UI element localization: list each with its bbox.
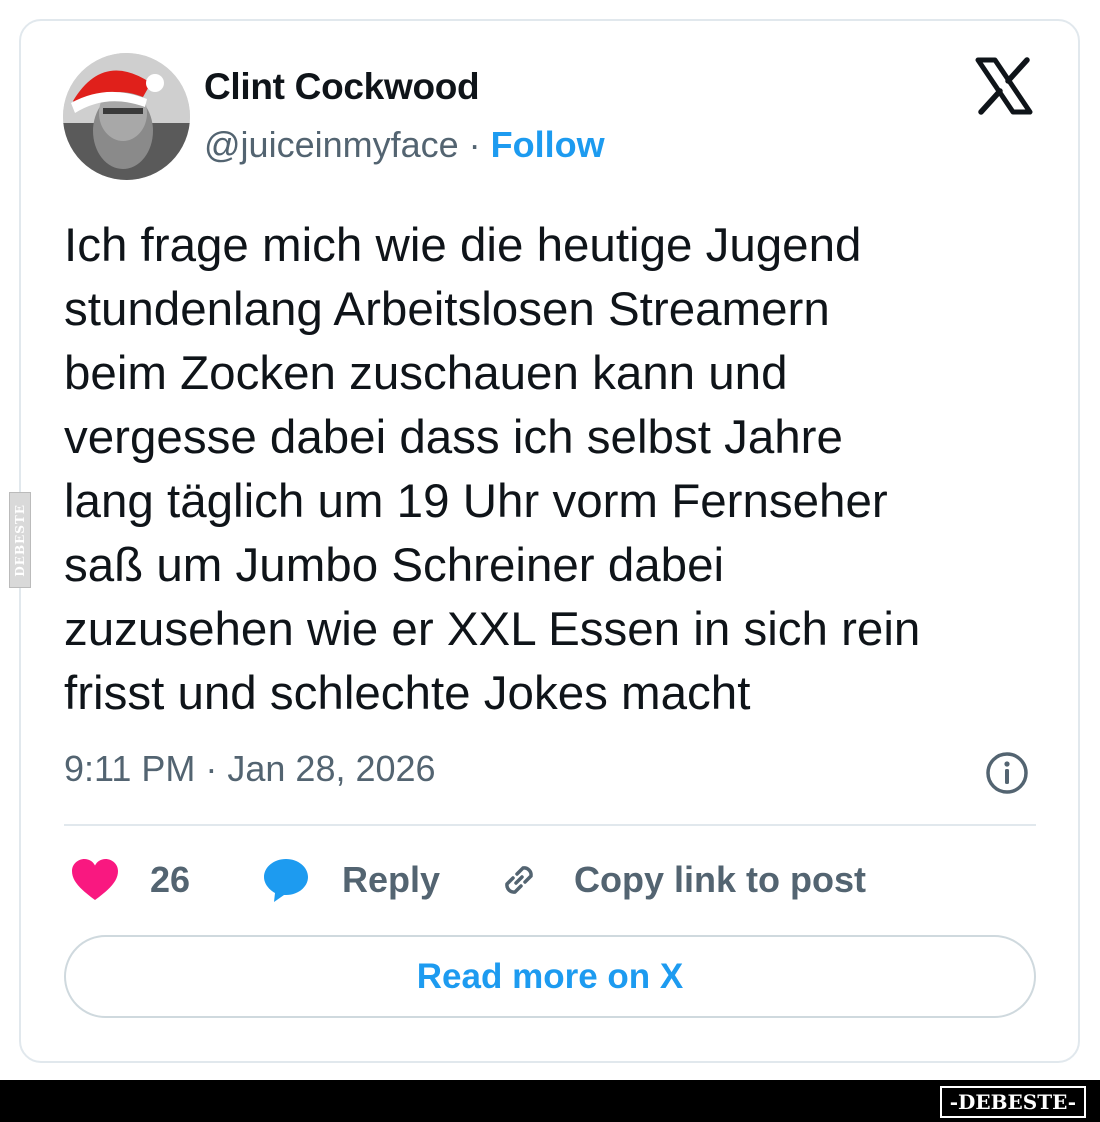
reply-label: Reply: [342, 859, 441, 900]
avatar[interactable]: [63, 53, 190, 180]
info-icon[interactable]: [984, 750, 1030, 796]
tweet-text: Ich frage mich wie die heutige Jugend st…: [64, 219, 921, 720]
side-watermark: DEBESTE: [9, 492, 31, 588]
tweet-timestamp[interactable]: 9:11 PM · Jan 28, 2026: [64, 748, 436, 790]
action-bar: 26 Reply Copy link to post: [64, 850, 1044, 910]
follow-button[interactable]: Follow: [491, 124, 605, 165]
heart-icon: [72, 859, 118, 900]
copy-link-label: Copy link to post: [574, 859, 866, 900]
author-handle[interactable]: @juiceinmyface: [204, 124, 459, 165]
like-button[interactable]: 26: [70, 850, 190, 910]
speech-bubble-icon: [264, 859, 308, 902]
watermark-logo: -DEBESTE-: [939, 1086, 1086, 1118]
x-logo-icon[interactable]: [975, 57, 1033, 115]
read-more-button[interactable]: Read more on X: [64, 935, 1036, 1018]
handle-separator: ·: [458, 124, 491, 165]
divider: [64, 824, 1036, 826]
reply-button[interactable]: Reply: [262, 850, 440, 910]
link-icon: [505, 866, 533, 894]
author-handle-row: @juiceinmyface · Follow: [204, 124, 605, 166]
side-watermark-text: DEBESTE: [13, 503, 27, 577]
author-name[interactable]: Clint Cockwood: [204, 66, 480, 108]
footer-bar: -DEBESTE-: [0, 1080, 1100, 1122]
copy-link-button[interactable]: Copy link to post: [496, 850, 866, 910]
like-count: 26: [150, 859, 191, 900]
